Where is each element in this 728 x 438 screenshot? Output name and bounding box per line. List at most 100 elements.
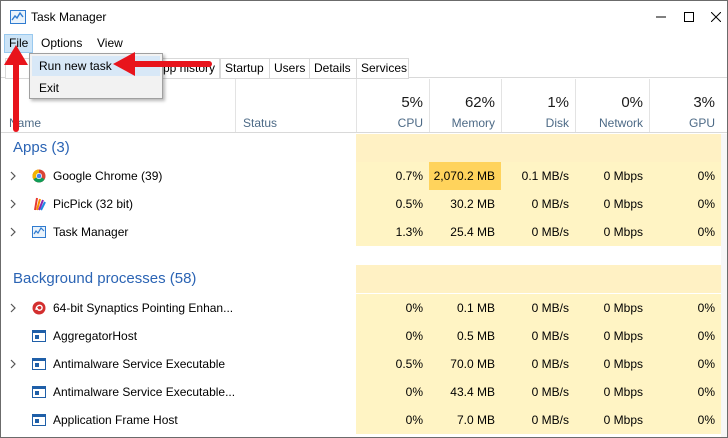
chevron-right-icon[interactable] bbox=[10, 199, 16, 209]
group-header-apps[interactable]: Apps (3) bbox=[1, 134, 727, 162]
column-disk-header[interactable]: 1% Disk bbox=[501, 79, 575, 132]
memory-value: 70.0 MB bbox=[429, 350, 501, 378]
chevron-right-icon[interactable] bbox=[10, 227, 16, 237]
cpu-value: 0.7% bbox=[356, 162, 429, 190]
cpu-value: 0% bbox=[356, 322, 429, 350]
network-value: 0 Mbps bbox=[575, 294, 649, 322]
cpu-value: 0% bbox=[356, 294, 429, 322]
chevron-right-icon[interactable] bbox=[10, 171, 16, 181]
column-gpu-header[interactable]: 3% GPU bbox=[649, 79, 721, 132]
title-bar: Task Manager bbox=[1, 1, 727, 33]
gpu-value: 0% bbox=[649, 218, 721, 246]
process-name: AggregatorHost bbox=[53, 329, 138, 343]
process-list: Apps (3) Google Chrome (39) 0.7% 2,070.2… bbox=[1, 134, 727, 437]
maximize-icon bbox=[684, 12, 694, 22]
disk-value: 0 MB/s bbox=[501, 350, 575, 378]
gpu-value: 0% bbox=[649, 294, 721, 322]
tab-details[interactable]: Details bbox=[309, 58, 357, 79]
memory-value: 25.4 MB bbox=[429, 218, 501, 246]
exit-menu-item[interactable]: Exit bbox=[32, 78, 160, 98]
tab-startup[interactable]: Startup bbox=[220, 58, 270, 79]
gpu-value: 0% bbox=[649, 350, 721, 378]
heat-cell bbox=[429, 265, 501, 293]
network-total-percent: 0% bbox=[621, 94, 643, 111]
chevron-right-icon[interactable] bbox=[10, 359, 16, 369]
process-row-chrome[interactable]: Google Chrome (39) 0.7% 2,070.2 MB 0.1 M… bbox=[1, 162, 727, 190]
run-new-task-menu-item[interactable]: Run new task bbox=[32, 56, 160, 76]
chevron-right-icon[interactable] bbox=[10, 303, 16, 313]
column-cpu-header[interactable]: 5% CPU bbox=[356, 79, 429, 132]
memory-value: 30.2 MB bbox=[429, 190, 501, 218]
process-name: PicPick (32 bit) bbox=[53, 197, 134, 211]
close-icon bbox=[711, 12, 721, 22]
file-dropdown-menu: Run new task Exit bbox=[29, 53, 163, 99]
heat-cell bbox=[501, 265, 575, 293]
disk-value: 0 MB/s bbox=[501, 406, 575, 434]
process-row-application-frame-host[interactable]: Application Frame Host 0% 7.0 MB 0 MB/s … bbox=[1, 406, 727, 434]
disk-value: 0 MB/s bbox=[501, 294, 575, 322]
process-row-picpick[interactable]: PicPick (32 bit) 0.5% 30.2 MB 0 MB/s 0 M… bbox=[1, 190, 727, 218]
cpu-value: 0% bbox=[356, 378, 429, 406]
heat-cell bbox=[575, 134, 649, 162]
disk-total-percent: 1% bbox=[547, 94, 569, 111]
gpu-label: GPU bbox=[688, 116, 715, 130]
network-value: 0 Mbps bbox=[575, 406, 649, 434]
process-row-antimalware[interactable]: Antimalware Service Executable 0.5% 70.0… bbox=[1, 350, 727, 378]
window-title: Task Manager bbox=[31, 10, 107, 24]
heat-cell bbox=[429, 134, 501, 162]
heat-cell bbox=[649, 265, 721, 293]
memory-value: 43.4 MB bbox=[429, 378, 501, 406]
task-manager-app-icon bbox=[10, 10, 26, 24]
menu-view[interactable]: View bbox=[93, 34, 127, 53]
gpu-value: 0% bbox=[649, 162, 721, 190]
disk-value: 0 MB/s bbox=[501, 322, 575, 350]
service-icon bbox=[32, 414, 46, 426]
process-row-task-manager[interactable]: Task Manager 1.3% 25.4 MB 0 MB/s 0 Mbps … bbox=[1, 218, 727, 246]
memory-total-percent: 62% bbox=[464, 94, 495, 111]
close-button[interactable] bbox=[703, 1, 727, 33]
menu-options[interactable]: Options bbox=[37, 34, 86, 53]
heat-cell bbox=[649, 134, 721, 162]
heat-cell bbox=[356, 265, 429, 293]
column-network-header[interactable]: 0% Network bbox=[575, 79, 649, 132]
process-row-antimalware-2[interactable]: Antimalware Service Executable... 0% 43.… bbox=[1, 378, 727, 406]
service-icon bbox=[32, 330, 46, 342]
tab-users[interactable]: Users bbox=[269, 58, 310, 79]
cpu-value: 1.3% bbox=[356, 218, 429, 246]
memory-label: Memory bbox=[451, 116, 495, 130]
group-header-background[interactable]: Background processes (58) bbox=[1, 265, 727, 293]
vertical-scrollbar[interactable] bbox=[721, 134, 727, 437]
process-row-synaptics[interactable]: 64-bit Synaptics Pointing Enhan... 0% 0.… bbox=[1, 294, 727, 322]
cpu-total-percent: 5% bbox=[401, 94, 423, 111]
disk-label: Disk bbox=[545, 116, 569, 130]
tab-services[interactable]: Services bbox=[356, 58, 409, 79]
column-status-header[interactable]: Status bbox=[243, 116, 277, 130]
cpu-label: CPU bbox=[397, 116, 423, 130]
gpu-total-percent: 3% bbox=[693, 94, 715, 111]
disk-value: 0 MB/s bbox=[501, 218, 575, 246]
network-value: 0 Mbps bbox=[575, 378, 649, 406]
network-value: 0 Mbps bbox=[575, 350, 649, 378]
gpu-value: 0% bbox=[649, 190, 721, 218]
process-name: Application Frame Host bbox=[53, 413, 178, 427]
network-value: 0 Mbps bbox=[575, 218, 649, 246]
process-name: Antimalware Service Executable bbox=[53, 357, 226, 371]
gpu-value: 0% bbox=[649, 406, 721, 434]
disk-value: 0.1 MB/s bbox=[501, 162, 575, 190]
memory-value: 0.5 MB bbox=[429, 322, 501, 350]
column-memory-header[interactable]: 62% Memory bbox=[429, 79, 501, 132]
memory-value: 0.1 MB bbox=[429, 294, 501, 322]
minimize-button[interactable] bbox=[647, 1, 675, 33]
network-value: 0 Mbps bbox=[575, 190, 649, 218]
heat-cell bbox=[356, 134, 429, 162]
process-row-aggregatorhost[interactable]: AggregatorHost 0% 0.5 MB 0 MB/s 0 Mbps 0… bbox=[1, 322, 727, 350]
cpu-value: 0.5% bbox=[356, 350, 429, 378]
tab-app-history-label: pp history bbox=[162, 61, 215, 75]
task-manager-window: Task Manager File Options View pp histor… bbox=[0, 0, 728, 438]
heat-cell bbox=[501, 134, 575, 162]
task-manager-icon bbox=[32, 226, 46, 238]
maximize-button[interactable] bbox=[675, 1, 703, 33]
column-divider bbox=[235, 79, 236, 132]
column-name-header[interactable]: Name bbox=[9, 116, 41, 130]
menu-file[interactable]: File bbox=[4, 34, 34, 53]
